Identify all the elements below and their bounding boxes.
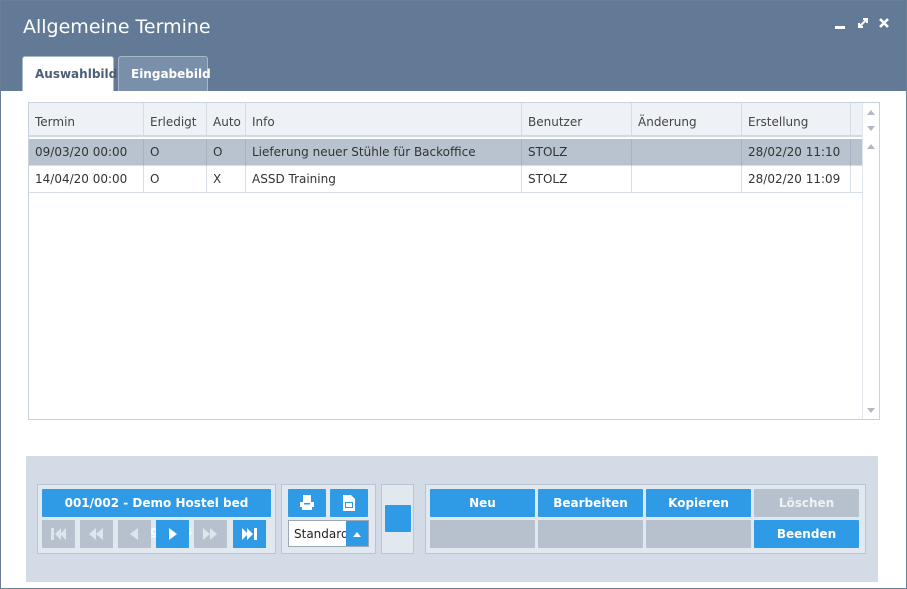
cell-info: Lieferung neuer Stühle für Backoffice	[246, 139, 522, 166]
column-header-termin[interactable]: Termin	[29, 103, 144, 135]
window: Allgemeine Termine Auswahlbild Eingabebi…	[0, 0, 907, 589]
tab-eingabebild[interactable]: Eingabebild	[118, 56, 211, 91]
cell-termin: 09/03/20 00:00	[29, 139, 144, 166]
next-record-button[interactable]	[156, 520, 189, 548]
column-header-info[interactable]: Info	[246, 103, 522, 135]
list-select-value: Standardliste	[294, 527, 346, 541]
previous-icon	[130, 528, 138, 540]
cell-auto: X	[207, 166, 246, 193]
scroll-up-icon[interactable]	[867, 144, 875, 149]
print-export-group: Standardliste	[281, 484, 376, 554]
cell-aenderung	[632, 139, 742, 166]
appointments-grid: Termin Erledigt Auto Info Benutzer Änder…	[28, 102, 880, 420]
beenden-button[interactable]: Beenden	[754, 520, 859, 548]
cell-erledigt: O	[144, 166, 207, 193]
close-icon[interactable]	[878, 16, 890, 35]
fast-forward-button[interactable]	[194, 520, 227, 548]
loeschen-button[interactable]: Löschen	[754, 489, 859, 517]
cell-auto: O	[207, 139, 246, 166]
table-row[interactable]: 09/03/20 00:00 O O Lieferung neuer Stühl…	[29, 139, 863, 166]
first-icon	[51, 528, 66, 540]
grid-scrollbar[interactable]	[862, 103, 879, 419]
tab-auswahlbild[interactable]: Auswahlbild	[22, 56, 117, 91]
column-header-benutzer[interactable]: Benutzer	[522, 103, 632, 135]
chevron-up-icon[interactable]	[346, 521, 368, 546]
cell-erstellung: 28/02/20 11:10	[742, 139, 851, 166]
empty-action-slot	[646, 520, 751, 548]
column-header-erstellung[interactable]: Erstellung	[742, 103, 851, 135]
cell-erledigt: O	[144, 139, 207, 166]
table-row[interactable]: 14/04/20 00:00 O X ASSD Training STOLZ 2…	[29, 166, 863, 193]
neu-button[interactable]: Neu	[430, 489, 535, 517]
extra-action-button[interactable]	[385, 505, 411, 532]
minimize-icon[interactable]	[835, 16, 846, 35]
fast-forward-icon	[203, 528, 217, 540]
export-document-icon	[343, 495, 355, 511]
scroll-down-icon[interactable]	[867, 408, 875, 413]
cell-erstellung: 28/02/20 11:09	[742, 166, 851, 193]
column-header-auto[interactable]: Auto	[207, 103, 246, 135]
empty-action-slot	[538, 520, 643, 548]
scroll-header-up-icon[interactable]	[867, 110, 875, 115]
record-navigation-group: 001/002 - Demo Hostel bed categories	[37, 484, 276, 554]
action-buttons-group: Neu Bearbeiten Kopieren Löschen Beenden	[425, 484, 866, 554]
scroll-header-down-icon[interactable]	[867, 126, 875, 131]
cell-benutzer: STOLZ	[522, 139, 632, 166]
maximize-icon[interactable]	[857, 16, 869, 35]
last-icon	[242, 528, 257, 540]
column-header-aenderung[interactable]: Änderung	[632, 103, 742, 135]
printer-icon	[300, 495, 314, 510]
titlebar: Allgemeine Termine Auswahlbild Eingabebi…	[1, 1, 906, 91]
bearbeiten-button[interactable]: Bearbeiten	[538, 489, 643, 517]
record-info-button[interactable]: 001/002 - Demo Hostel bed categories	[42, 489, 271, 538]
window-title: Allgemeine Termine	[23, 16, 211, 38]
extra-group	[381, 484, 414, 554]
previous-record-button[interactable]	[118, 520, 151, 548]
export-button[interactable]	[330, 489, 368, 517]
kopieren-button[interactable]: Kopieren	[646, 489, 751, 517]
print-button[interactable]	[288, 489, 326, 517]
cell-aenderung	[632, 166, 742, 193]
first-record-button[interactable]	[42, 520, 75, 548]
grid-header: Termin Erledigt Auto Info Benutzer Änder…	[29, 103, 863, 137]
rewind-button[interactable]	[80, 520, 113, 548]
last-record-button[interactable]	[233, 520, 266, 548]
list-select[interactable]: Standardliste	[288, 520, 369, 547]
next-icon	[169, 528, 177, 540]
cell-benutzer: STOLZ	[522, 166, 632, 193]
cell-termin: 14/04/20 00:00	[29, 166, 144, 193]
bottom-toolbar: 001/002 - Demo Hostel bed categories	[26, 456, 878, 582]
rewind-icon	[89, 528, 103, 540]
cell-info: ASSD Training	[246, 166, 522, 193]
empty-action-slot	[430, 520, 535, 548]
column-header-erledigt[interactable]: Erledigt	[144, 103, 207, 135]
